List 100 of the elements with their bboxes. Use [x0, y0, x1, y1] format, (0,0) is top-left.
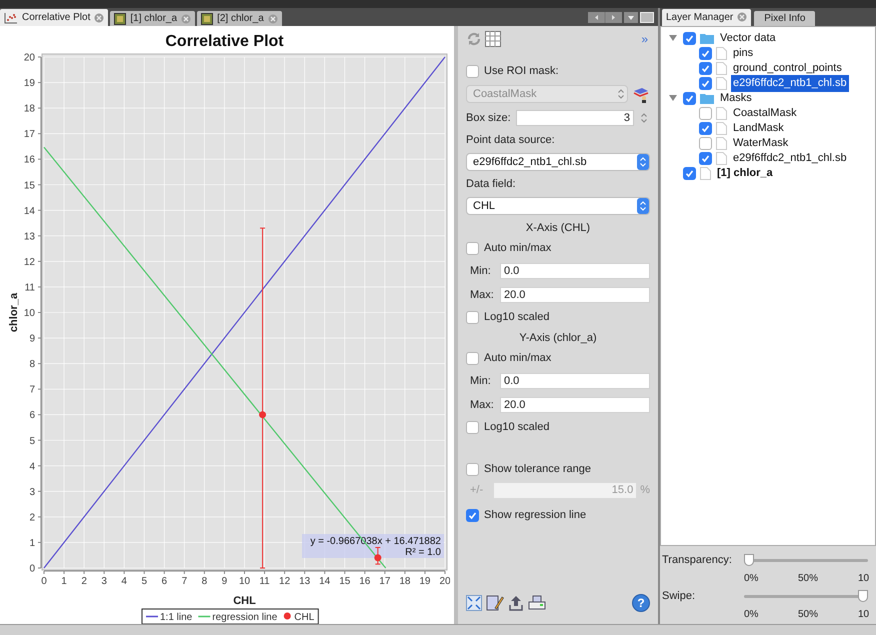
tick-label: 15	[339, 576, 350, 587]
tick-label: 19	[24, 78, 35, 90]
panel-tab[interactable]: Pixel Info	[754, 10, 816, 26]
text-field[interactable]: 20.0	[500, 287, 650, 303]
checkbox-label: Show tolerance range	[484, 462, 592, 478]
checkbox-label: Use ROI mask:	[484, 64, 559, 80]
tick-label: 11	[24, 282, 35, 294]
tick-label: 7	[182, 576, 188, 587]
tick-label: 6	[162, 576, 168, 587]
tab-label: Layer Manager	[666, 10, 734, 25]
field-label: Min:	[470, 374, 492, 389]
axis-title: chlor_a	[8, 292, 20, 332]
checkbox-label: Auto min/max	[484, 351, 552, 366]
tick-label: 20	[24, 52, 35, 64]
checkbox-label: Show regression line	[484, 508, 586, 523]
tick-label: 4	[29, 461, 35, 472]
tick-label: 10	[24, 308, 35, 319]
tick-label: 3	[29, 486, 35, 498]
tick-label: 16	[24, 154, 35, 166]
tick-label: 9	[29, 334, 35, 345]
field-label: Max:	[470, 288, 495, 303]
tree-item[interactable]: ground_control_points	[731, 60, 844, 77]
tree-item[interactable]: CoastalMask	[731, 105, 799, 122]
tick-label: 10	[238, 576, 250, 587]
legend-label: 1:1 line	[160, 612, 192, 623]
legend-label: regression line	[212, 612, 278, 623]
chart-title: Correlative Plot	[165, 33, 284, 50]
tree-item[interactable]: [1] chlor_a	[715, 165, 775, 182]
text-field[interactable]: 0.0	[500, 373, 650, 389]
tick-label: 2	[29, 512, 35, 524]
legend-label: CHL	[294, 612, 314, 623]
text-field[interactable]: 20.0	[500, 397, 650, 413]
unit-label: %	[640, 483, 650, 498]
tick-label: 14	[319, 576, 330, 587]
checkbox-label: Auto min/max	[484, 241, 552, 256]
section-heading: X-Axis (CHL)	[526, 220, 590, 236]
tick-label: 12	[24, 256, 35, 268]
tick-label: 14	[24, 206, 35, 217]
tick-label: 50%	[798, 572, 820, 586]
tick-label: 4	[121, 576, 127, 587]
tick-label: 0	[29, 564, 35, 574]
tick-label: 17	[379, 576, 390, 587]
tick-label: 8	[202, 576, 208, 587]
tick-label: 9	[222, 576, 228, 587]
field-label: Min:	[470, 264, 492, 279]
editor-tab[interactable]: Correlative Plot	[0, 9, 108, 26]
panel-tab[interactable]: Layer Manager	[662, 8, 752, 26]
tick-label: 5	[141, 576, 148, 587]
tab-label: [1] chlor_a	[130, 12, 178, 26]
checkbox-label: Log10 scaled	[484, 310, 550, 326]
tick-label: 8	[29, 359, 35, 370]
dropdown[interactable]: CHL	[466, 197, 650, 215]
tick-label: 10	[858, 608, 870, 622]
tick-label: 19	[419, 576, 431, 587]
field-label: +/-	[470, 483, 484, 498]
tab-label: [2] chlor_a	[217, 12, 264, 26]
checkbox-label: Log10 scaled	[484, 420, 550, 436]
tree-item[interactable]: Masks	[718, 90, 754, 107]
editor-tab[interactable]: [2] chlor_a	[197, 11, 282, 26]
text-field[interactable]: 0.0	[500, 263, 650, 279]
tab-label: Pixel Info	[764, 12, 806, 26]
tree-item[interactable]: e29f6ffdc2_ntb1_chl.sb	[731, 75, 849, 92]
field-label: Box size:	[466, 110, 512, 126]
tree-item[interactable]: Vector data	[718, 30, 778, 47]
tree-item[interactable]: e29f6ffdc2_ntb1_chl.sb	[731, 150, 849, 167]
tree-item[interactable]: LandMask	[731, 120, 786, 137]
tick-label: 13	[24, 231, 35, 242]
slider-label: Swipe:	[661, 588, 696, 604]
section-heading: Y-Axis (chlor_a)	[519, 330, 597, 346]
tick-label: 16	[359, 576, 370, 587]
tab-label: Correlative Plot	[22, 11, 90, 25]
field-label: Max:	[470, 398, 495, 413]
field-label: Data field:	[466, 176, 516, 192]
tick-label: 11	[259, 576, 270, 587]
tick-label: 18	[399, 576, 410, 587]
dropdown[interactable]: e29f6ffdc2_ntb1_chl.sb	[466, 153, 650, 171]
tick-label: 50%	[798, 608, 820, 622]
tick-label: 10	[858, 572, 870, 586]
axis-title: CHL	[233, 595, 256, 607]
equation-text: R² = 1.0	[405, 547, 441, 558]
tick-label: 5	[29, 436, 35, 447]
tick-label: 6	[29, 410, 35, 422]
tick-label: 17	[24, 129, 35, 140]
tick-label: 0%	[744, 608, 760, 622]
tick-label: 0	[41, 576, 47, 587]
editor-tab[interactable]: [1] chlor_a	[110, 11, 196, 26]
tick-label: 15	[24, 180, 35, 192]
tree-item[interactable]: WaterMask	[731, 135, 790, 152]
number-field[interactable]: 3	[516, 110, 634, 126]
help-button[interactable]: ?	[632, 594, 650, 612]
tick-label: 0%	[744, 572, 760, 586]
tick-label: 1	[29, 538, 35, 549]
tick-label: 12	[279, 576, 290, 587]
tick-label: 2	[81, 576, 87, 587]
field-label: Point data source:	[466, 132, 555, 148]
tree-item[interactable]: pins	[731, 45, 756, 62]
tick-label: 20	[439, 576, 450, 587]
tick-label: 3	[101, 576, 107, 587]
tick-label: 7	[29, 384, 35, 396]
tick-label: 13	[299, 576, 310, 587]
